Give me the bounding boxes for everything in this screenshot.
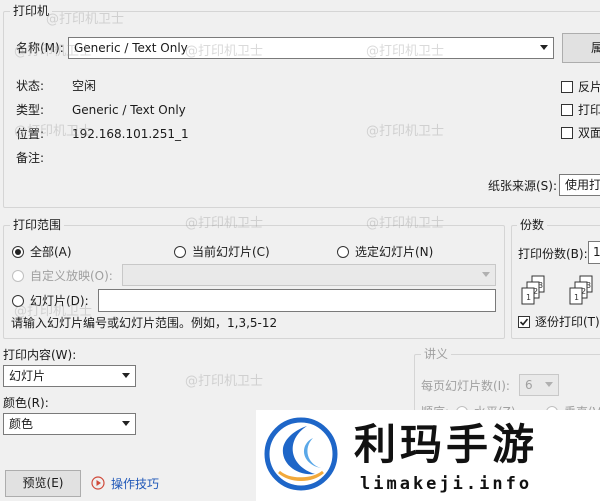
duplex-checkbox[interactable]	[561, 127, 573, 139]
chevron-down-icon	[540, 45, 548, 50]
svg-text:2: 2	[581, 287, 586, 296]
svg-text:3: 3	[586, 281, 591, 290]
preview-button[interactable]: 预览(E)	[5, 470, 81, 497]
print-what-select[interactable]: 幻灯片	[3, 365, 136, 387]
comment-label: 备注:	[16, 151, 45, 165]
type-value: Generic / Text Only	[72, 103, 186, 117]
range-all-label: 全部(A)	[30, 245, 72, 259]
printer-group-label: 打印机	[10, 4, 53, 18]
svg-text:2: 2	[533, 287, 538, 296]
color-select[interactable]: 颜色	[3, 413, 136, 435]
duplex-label: 双面	[578, 126, 600, 140]
range-slides-radio[interactable]	[12, 295, 24, 307]
brand-overlay: 利玛手游 limakeji.info	[256, 410, 600, 501]
properties-button[interactable]: 属性	[562, 33, 600, 63]
location-value: 192.168.101.251_1	[72, 127, 189, 141]
brand-url: limakeji.info	[360, 474, 533, 494]
svg-text:1: 1	[574, 293, 579, 302]
chevron-down-icon	[482, 272, 490, 277]
copies-count-label: 打印份数(B):	[518, 247, 588, 261]
printer-name-label: 名称(M):	[16, 41, 64, 55]
print-to-file-checkbox[interactable]	[561, 104, 573, 116]
slides-input[interactable]	[98, 289, 496, 312]
brand-name: 利玛手游	[354, 420, 539, 469]
collate-preview-icon: 3 2 1 3 2 1	[518, 272, 600, 308]
chevron-down-icon	[122, 421, 130, 426]
paper-source-select[interactable]: 使用打	[559, 174, 600, 196]
print-to-file-label: 打印	[578, 103, 600, 117]
reverse-label: 反片	[578, 80, 600, 94]
print-what-label: 打印内容(W):	[3, 348, 77, 362]
printer-name-value: Generic / Text Only	[74, 41, 188, 55]
chevron-down-icon	[122, 373, 130, 378]
range-custom-show-label: 自定义放映(O):	[30, 269, 113, 283]
paper-source-label: 纸张来源(S):	[488, 179, 558, 193]
handouts-group-label: 讲义	[421, 347, 452, 361]
tips-link[interactable]: 操作技巧	[111, 476, 159, 492]
location-label: 位置:	[16, 127, 45, 141]
brand-logo	[263, 416, 339, 492]
status-value: 空闲	[72, 79, 97, 93]
range-current-slide-radio[interactable]	[174, 246, 186, 258]
printer-name-select[interactable]: Generic / Text Only	[68, 37, 554, 59]
reverse-checkbox[interactable]	[561, 81, 573, 93]
color-label: 颜色(R):	[3, 396, 49, 410]
status-label: 状态:	[16, 79, 45, 93]
range-slides-label: 幻灯片(D):	[30, 294, 89, 308]
copies-count-input[interactable]: 1	[588, 241, 600, 264]
per-page-select[interactable]: 6	[519, 374, 559, 396]
range-selection-radio[interactable]	[337, 246, 349, 258]
print-range-group-label: 打印范围	[10, 218, 65, 232]
svg-text:1: 1	[526, 293, 531, 302]
svg-text:3: 3	[538, 281, 543, 290]
range-custom-show-radio[interactable]	[12, 270, 24, 282]
chevron-down-icon	[545, 382, 553, 387]
range-selection-label: 选定幻灯片(N)	[355, 245, 434, 259]
play-icon	[91, 476, 105, 490]
collate-checkbox[interactable]	[518, 316, 530, 328]
collate-label: 逐份打印(T)	[535, 315, 600, 329]
range-all-radio[interactable]	[12, 246, 24, 258]
per-page-label: 每页幻灯片数(I):	[421, 379, 510, 393]
type-label: 类型:	[16, 103, 45, 117]
custom-show-select[interactable]	[122, 264, 496, 286]
copies-group-label: 份数	[517, 218, 548, 232]
watermark-text: @打印机卫士	[185, 374, 264, 389]
range-current-slide-label: 当前幻灯片(C)	[192, 245, 270, 259]
range-hint: 请输入幻灯片编号或幻灯片范围。例如，1,3,5-12	[11, 316, 278, 330]
